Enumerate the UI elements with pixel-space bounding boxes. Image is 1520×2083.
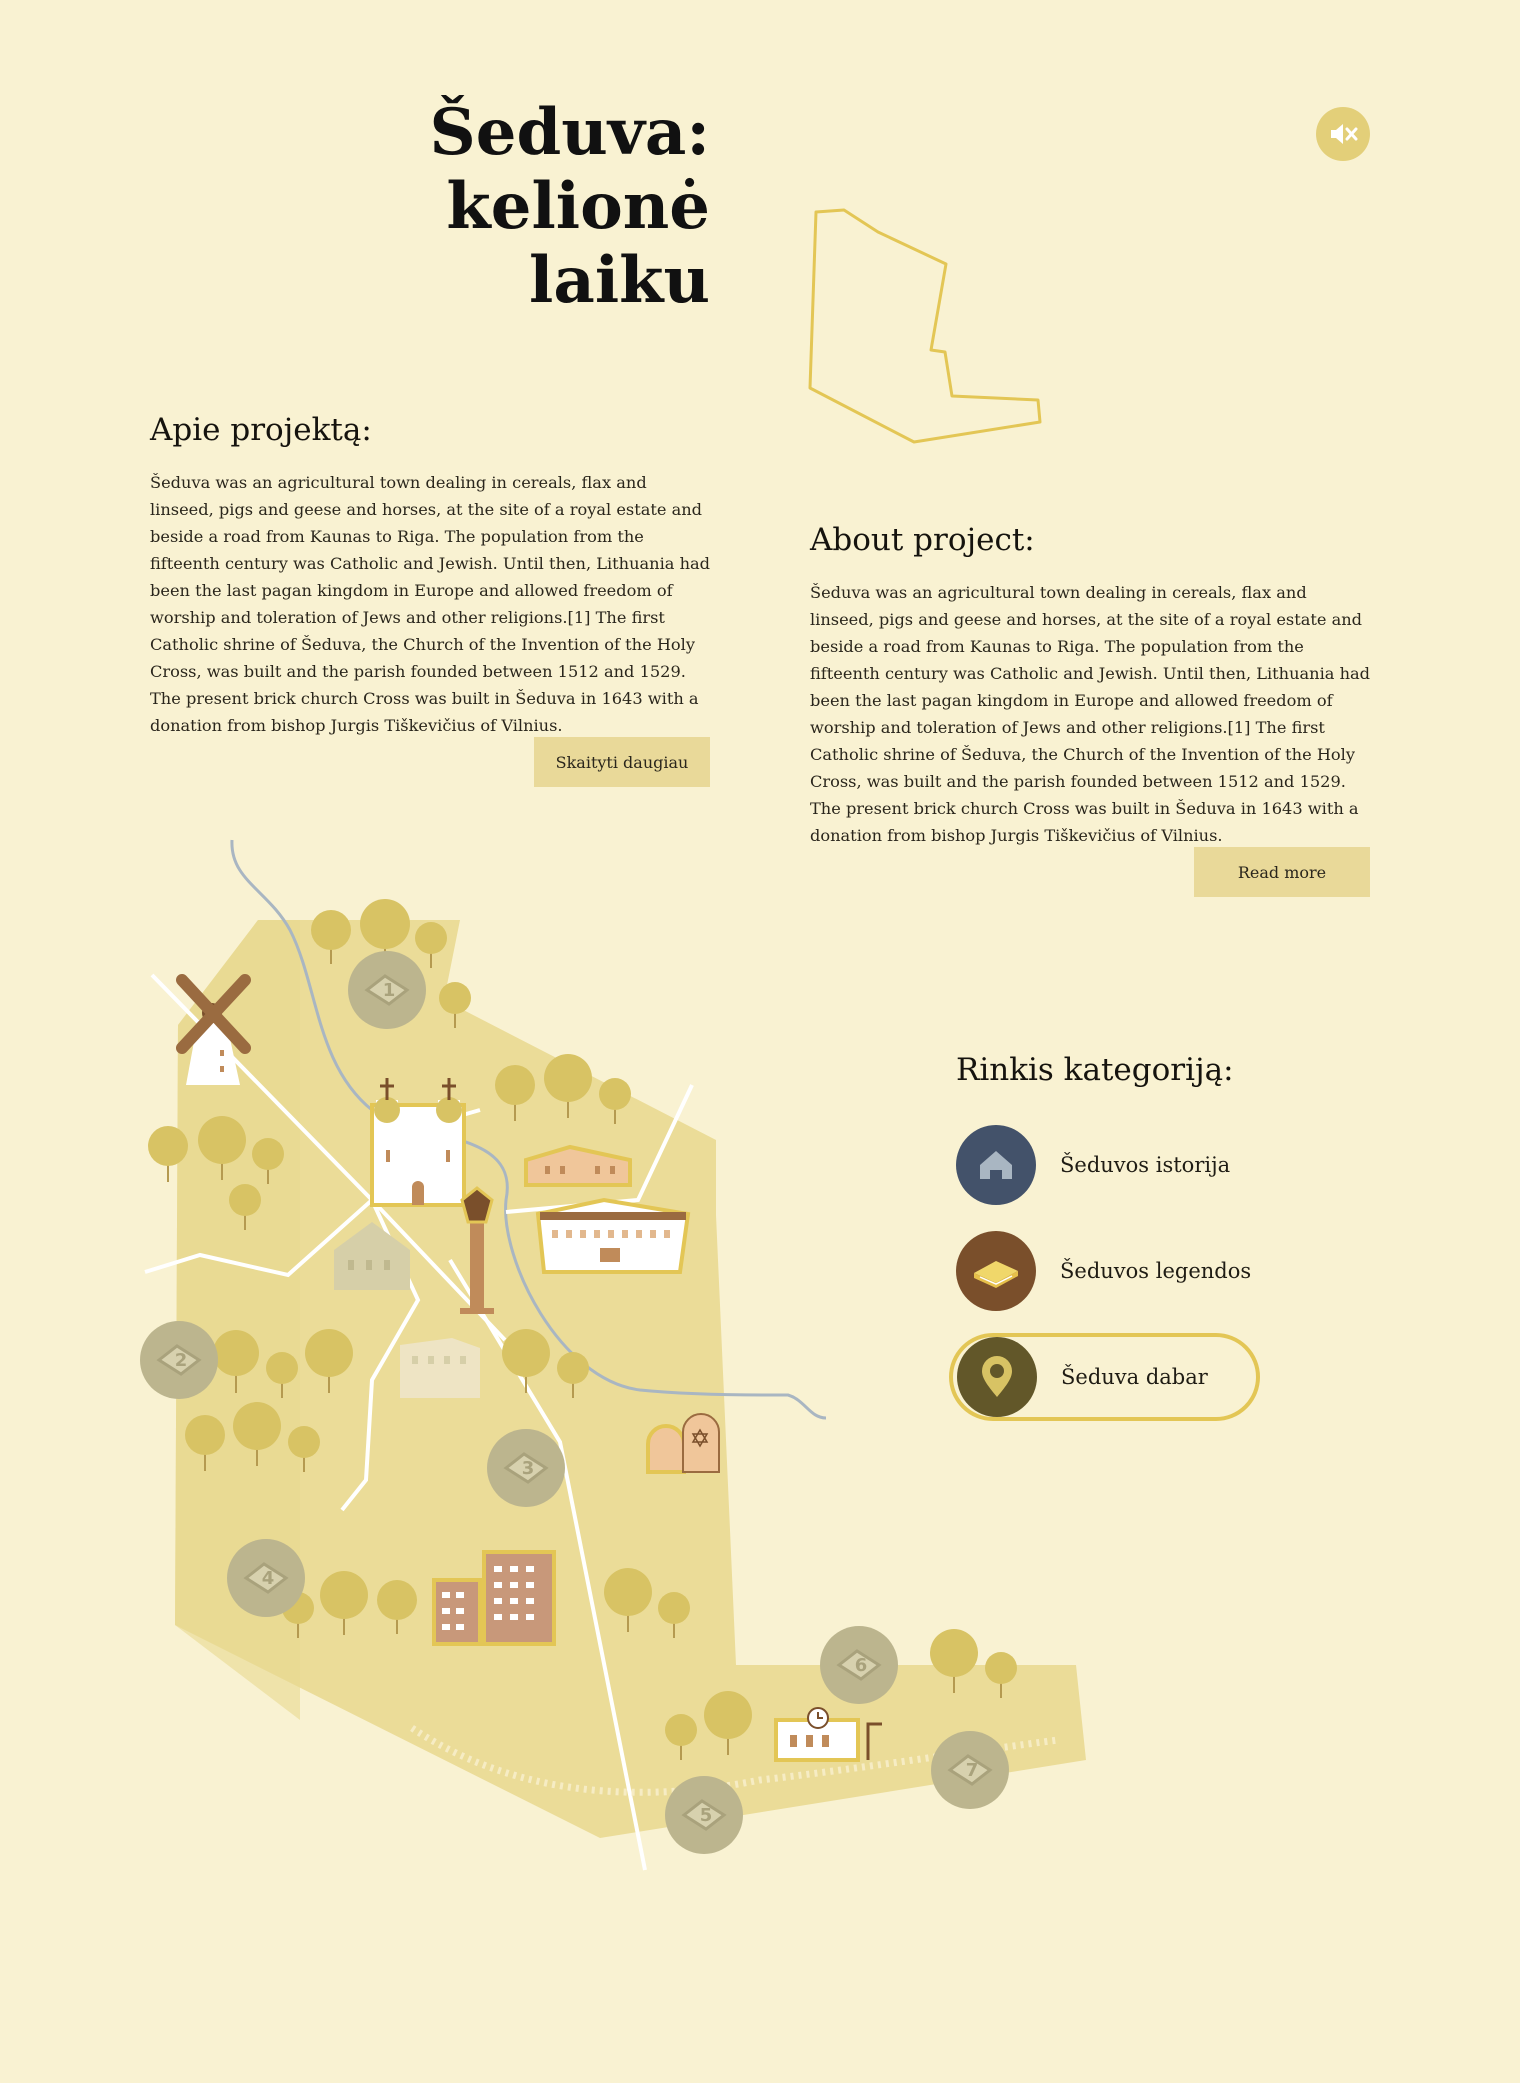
category-legends-label: Šeduvos legendos [1060,1259,1252,1283]
category-heading: Rinkis kategoriją: [956,1052,1234,1088]
location-pin-icon [982,1356,1012,1397]
map-marker-label: 5 [700,1805,713,1826]
map-marker-5[interactable]: 5 [665,1776,743,1854]
map-marker-label: 4 [262,1568,275,1589]
school-landmark [535,1197,691,1274]
manor-landmark [400,1338,480,1398]
speaker-muted-icon [1331,124,1358,144]
category-legends[interactable]: Šeduvos legendos [956,1231,1256,1311]
map-marker-7[interactable]: 7 [931,1731,1009,1809]
map-marker-label: 1 [383,980,396,1001]
about-heading-en: About project: [810,522,1035,558]
town-outline-graphic [808,208,1042,444]
map-marker-label: 7 [966,1760,979,1781]
category-legends-circle [956,1231,1036,1311]
category-history-circle [956,1125,1036,1205]
map-marker-6[interactable]: 6 [820,1626,898,1704]
about-heading-lt: Apie projektą: [150,412,372,448]
read-more-lt-button[interactable]: Skaityti daugiau [534,737,710,787]
category-now[interactable]: Šeduva dabar [949,1333,1260,1421]
about-text-lt: Šeduva was an agricultural town dealing … [150,473,711,735]
read-more-en-button[interactable]: Read more [1194,847,1370,897]
map-marker-label: 3 [522,1458,535,1479]
map-marker-1[interactable]: 1 [348,951,426,1029]
title-line-3: laiku [529,243,710,318]
map-marker-4[interactable]: 4 [227,1539,305,1617]
map-marker-label: 6 [855,1655,868,1676]
title-line-2: kelionė [446,169,710,244]
map-marker-2[interactable]: 2 [140,1321,218,1399]
category-history-label: Šeduvos istorija [1060,1153,1231,1177]
page-title: Šeduva: kelionė laiku [380,95,711,318]
category-history[interactable]: Šeduvos istorija [956,1125,1256,1205]
house-icon [980,1151,1012,1179]
mute-button[interactable] [1316,107,1370,161]
map-marker-3[interactable]: 3 [487,1429,565,1507]
category-now-circle [957,1337,1037,1417]
category-now-label: Šeduva dabar [1061,1365,1208,1389]
about-text-en: Šeduva was an agricultural town dealing … [810,583,1371,845]
book-icon [974,1261,1018,1288]
title-line-1: Šeduva: [429,95,711,170]
map-marker-label: 2 [175,1350,188,1371]
